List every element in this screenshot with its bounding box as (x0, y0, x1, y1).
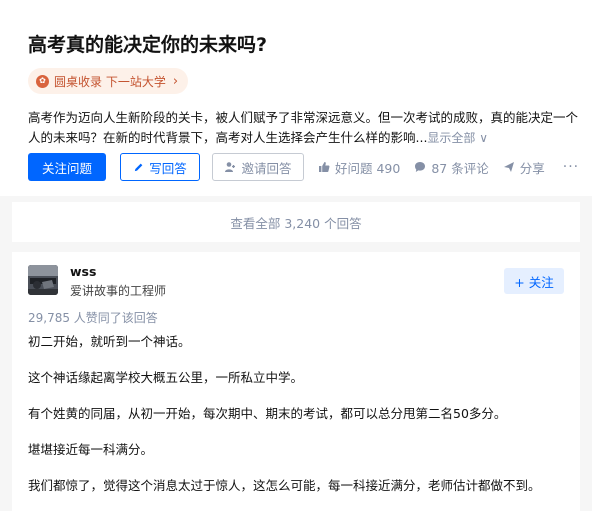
roundtable-tag[interactable]: ✿ 圆桌收录 下一站大学 › (28, 68, 189, 94)
chevron-right-icon: › (172, 73, 179, 89)
share-icon (503, 162, 514, 172)
answer-paragraph: 堪堪接近每一科满分。 (28, 442, 154, 457)
write-answer-label: 写回答 (149, 160, 187, 176)
comments-label: 87 条评论 (431, 160, 489, 176)
write-answer-button[interactable]: 写回答 (120, 153, 200, 181)
roundtable-label: 圆桌收录 下一站大学 (54, 74, 166, 89)
answer-paragraph: 初二开始，就听到一个神话。 (28, 334, 191, 349)
more-icon[interactable]: ··· (563, 159, 579, 175)
answer-body: 初二开始，就听到一个神话。 这个神话缘起离学校大概五公里，一所私立中学。 有个姓… (28, 332, 568, 511)
avatar-image (28, 265, 58, 295)
answer-paragraph: 有个姓黄的同届，从初一开始，每次期中、期末的考试，都可以总分甩第二名50多分。 (28, 406, 507, 421)
question-title: 高考真的能决定你的未来吗? (28, 34, 268, 56)
question-description: 高考作为迈向人生新阶段的关卡，被人们赋予了非常深远意义。但一次考试的成败，真的能… (28, 108, 584, 148)
share-button[interactable]: 分享 (503, 158, 545, 177)
thumbs-up-icon (319, 162, 330, 172)
author-name[interactable]: wss (70, 264, 96, 279)
show-all-link[interactable]: 显示全部 ∨ (427, 131, 488, 145)
question-actions: 关注问题 写回答 邀请回答 好问题 490 87 条评论 分享 ··· (28, 153, 579, 181)
author-bio: 爱讲故事的工程师 (70, 284, 167, 298)
invite-answer-label: 邀请回答 (241, 160, 292, 176)
answer-paragraph: 我们都惊了，觉得这个消息太过于惊人，这怎么可能，每一科接近满分，老师估计都做不到… (28, 478, 541, 493)
good-question-button[interactable]: 好问题 490 (318, 158, 400, 177)
good-question-label: 好问题 490 (335, 160, 401, 176)
invite-answer-button[interactable]: 邀请回答 (212, 153, 304, 181)
comment-icon (415, 162, 426, 172)
avatar[interactable] (28, 265, 58, 295)
view-all-answers-button[interactable]: 查看全部 3,240 个回答 (12, 202, 580, 242)
answer-paragraph: 这个神话缘起离学校大概五公里，一所私立中学。 (28, 370, 304, 385)
roundtable-icon: ✿ (36, 74, 49, 88)
vote-count: 29,785 人赞同了该回答 (28, 311, 158, 325)
answer-card: wss 爱讲故事的工程师 + 关注 29,785 人赞同了该回答 初二开始，就听… (12, 252, 580, 511)
follow-author-button[interactable]: + 关注 (504, 268, 564, 294)
share-label: 分享 (519, 160, 545, 176)
view-all-answers-label: 查看全部 3,240 个回答 (230, 215, 362, 231)
question-card: 高考真的能决定你的未来吗? ✿ 圆桌收录 下一站大学 › 高考作为迈向人生新阶段… (0, 0, 592, 196)
invite-icon (225, 162, 236, 172)
follow-question-button[interactable]: 关注问题 (28, 153, 106, 181)
comments-button[interactable]: 87 条评论 (414, 158, 489, 177)
pencil-icon (135, 163, 143, 171)
question-description-text: 高考作为迈向人生新阶段的关卡，被人们赋予了非常深远意义。但一次考试的成败，真的能… (28, 110, 579, 145)
